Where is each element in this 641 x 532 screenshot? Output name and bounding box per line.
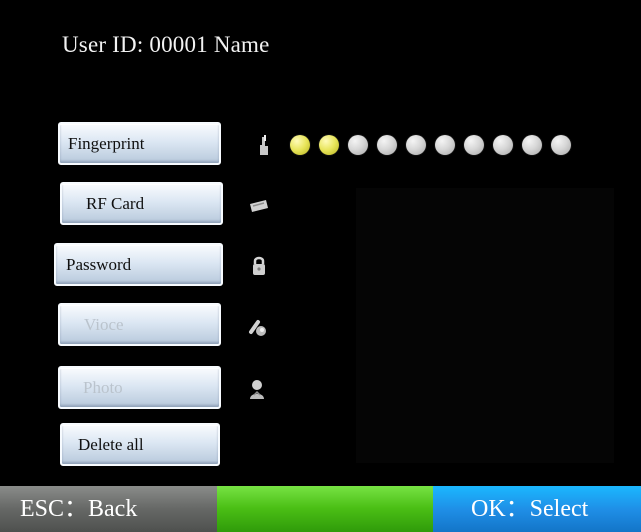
softkey-bar: ESC：Back OK：Select: [0, 486, 641, 532]
enrollment-screen: User ID: 00001 Name Fingerprint RF Card …: [0, 0, 641, 532]
fingerprint-dot-empty: [348, 135, 368, 155]
delete-all-button-label: Delete all: [78, 435, 144, 454]
rf-card-button[interactable]: RF Card: [60, 182, 223, 225]
fingerprint-dot-empty: [464, 135, 484, 155]
microphone-icon: [246, 316, 268, 338]
ok-select-label: OK：Select: [471, 496, 589, 522]
fingerprint-button[interactable]: Fingerprint: [58, 122, 221, 165]
fingerprint-button-label: Fingerprint: [68, 134, 145, 153]
fingerprint-progress: [290, 134, 571, 156]
esc-back-label: ESC：Back: [20, 496, 138, 522]
preview-panel: [356, 188, 614, 463]
fingerprint-dot-empty: [551, 135, 571, 155]
fingerprint-dot-empty: [406, 135, 426, 155]
fingerprint-dot-empty: [522, 135, 542, 155]
voice-button[interactable]: Vioce: [58, 303, 221, 346]
fingerprint-dot-enrolled: [290, 135, 310, 155]
photo-button-label: Photo: [83, 378, 123, 397]
fingerprint-dot-empty: [493, 135, 513, 155]
user-title: User ID: 00001 Name: [62, 32, 270, 57]
fingerprint-dot-empty: [435, 135, 455, 155]
password-button-label: Password: [66, 255, 132, 274]
fingerprint-dot-enrolled: [319, 135, 339, 155]
delete-all-button[interactable]: Delete all: [60, 423, 220, 466]
lock-icon: [248, 254, 270, 276]
fingerprint-icon: [254, 134, 276, 156]
card-icon: [248, 197, 270, 219]
middle-softkey[interactable]: [217, 486, 433, 532]
voice-button-label: Vioce: [84, 315, 124, 334]
password-button[interactable]: Password: [54, 243, 223, 286]
ok-select-softkey[interactable]: OK：Select: [433, 486, 641, 532]
esc-back-softkey[interactable]: ESC：Back: [0, 486, 217, 532]
rf-card-button-label: RF Card: [86, 194, 145, 213]
person-icon: [246, 377, 268, 399]
fingerprint-dot-empty: [377, 135, 397, 155]
photo-button[interactable]: Photo: [58, 366, 221, 409]
